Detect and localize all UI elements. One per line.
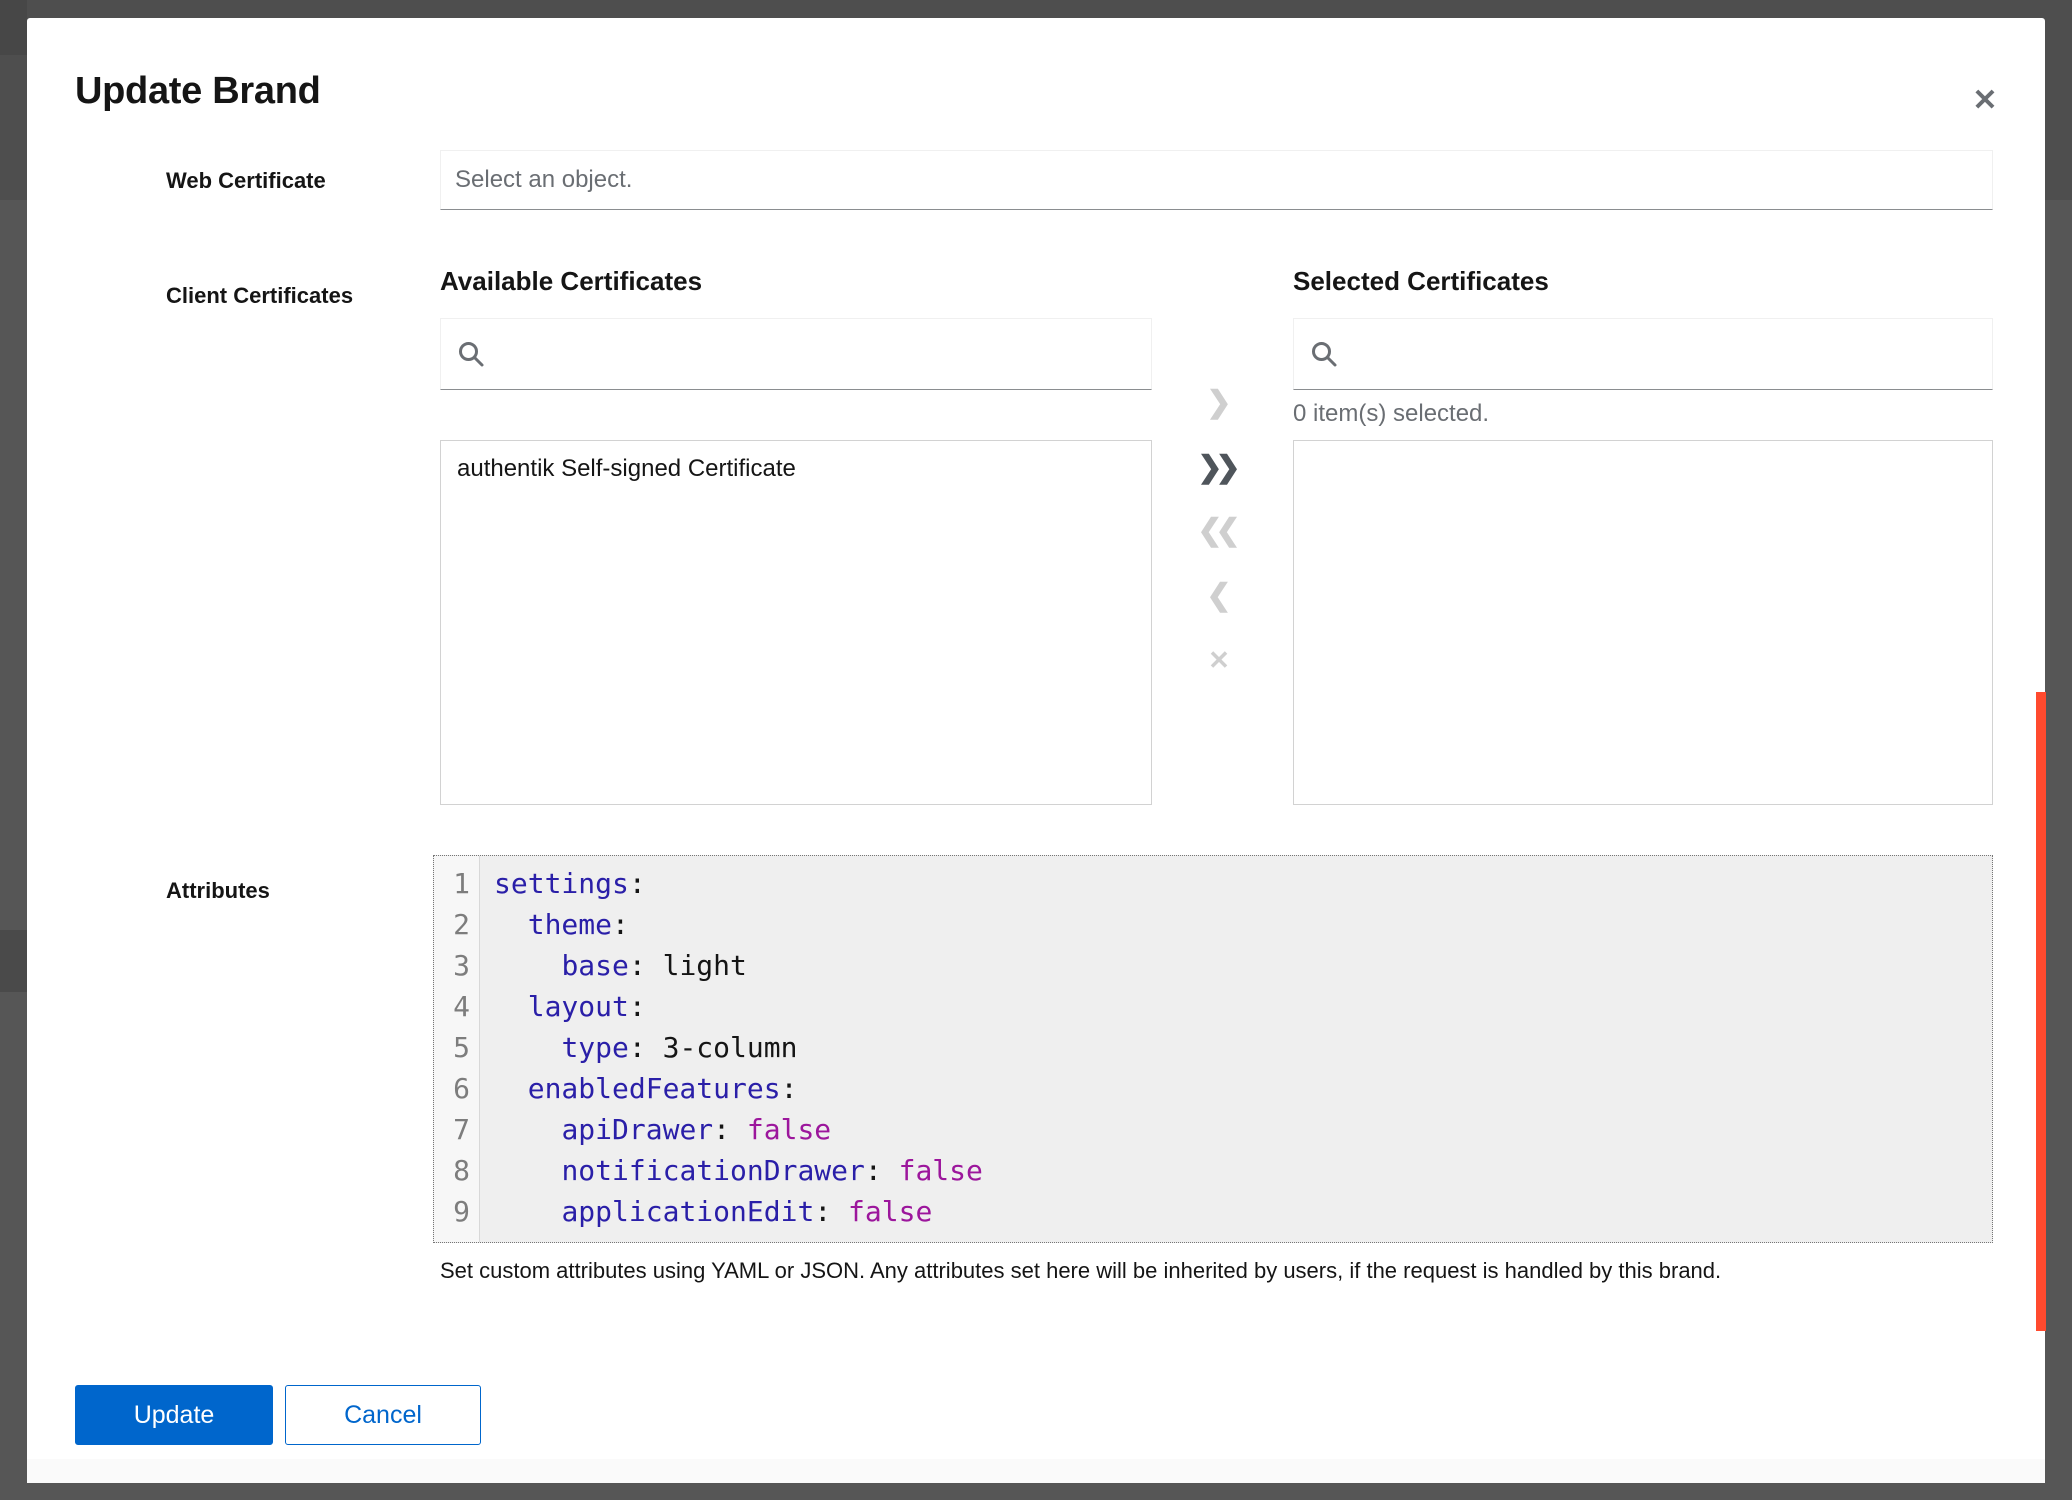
code-line: 2 theme:	[434, 904, 1992, 945]
code-line: 3 base: light	[434, 945, 1992, 986]
line-number: 5	[434, 1027, 480, 1068]
close-icon: ✕	[1972, 83, 1997, 118]
selected-search-input[interactable]	[1293, 318, 1993, 390]
line-number: 4	[434, 986, 480, 1027]
dialog-title: Update Brand	[75, 70, 321, 113]
selected-count-status: 0 item(s) selected.	[1293, 400, 1489, 428]
available-certificates-list[interactable]: authentik Self-signed Certificate	[440, 440, 1152, 805]
code-line: 6 enabledFeatures:	[434, 1068, 1992, 1109]
close-button[interactable]: ✕	[1961, 76, 2009, 124]
move-all-left-button[interactable]: ❮❮	[1195, 506, 1243, 554]
web-certificate-input[interactable]	[440, 150, 1993, 210]
available-search-input[interactable]	[440, 318, 1152, 390]
line-number: 3	[434, 945, 480, 986]
code-line: 4 layout:	[434, 986, 1992, 1027]
line-number: 8	[434, 1150, 480, 1191]
available-search	[440, 318, 1152, 390]
line-number: 2	[434, 904, 480, 945]
attributes-help-text: Set custom attributes using YAML or JSON…	[440, 1258, 1980, 1284]
code-line: 5 type: 3-column	[434, 1027, 1992, 1068]
web-certificate-label: Web Certificate	[166, 168, 326, 194]
footer-strip	[27, 1459, 2045, 1483]
client-certificates-label: Client Certificates	[166, 283, 353, 309]
cross-icon: ✕	[1208, 645, 1230, 676]
attributes-label: Attributes	[166, 878, 270, 904]
line-number: 6	[434, 1068, 480, 1109]
move-selected-right-button[interactable]: ❯	[1195, 378, 1243, 426]
clear-selection-button[interactable]: ✕	[1195, 636, 1243, 684]
selected-certificates-list[interactable]	[1293, 440, 1993, 805]
move-all-right-button[interactable]: ❯❯	[1195, 443, 1243, 491]
move-selected-left-button[interactable]: ❮	[1195, 571, 1243, 619]
line-number: 9	[434, 1191, 480, 1232]
update-brand-dialog: Update Brand ✕ Web Certificate Client Ce…	[27, 18, 2045, 1483]
chevron-left-icon: ❮	[1206, 578, 1231, 613]
accent-bar	[2036, 692, 2046, 1331]
update-button[interactable]: Update	[75, 1385, 273, 1445]
chevron-right-icon: ❯	[1206, 385, 1231, 420]
available-certificates-heading: Available Certificates	[440, 266, 702, 297]
selected-search	[1293, 318, 1993, 390]
line-number: 7	[434, 1109, 480, 1150]
double-chevron-right-icon: ❯❯	[1197, 450, 1240, 485]
attributes-code-editor[interactable]: 1 settings: 2 theme: 3 base: light 4 lay…	[433, 855, 1993, 1243]
overlay-left-block	[0, 930, 27, 992]
code-line: 1 settings:	[434, 863, 1992, 904]
double-chevron-left-icon: ❮❮	[1197, 513, 1240, 548]
selected-certificates-heading: Selected Certificates	[1293, 266, 1549, 297]
list-item-certificate[interactable]: authentik Self-signed Certificate	[441, 441, 1151, 497]
line-number: 1	[434, 863, 480, 904]
cancel-button[interactable]: Cancel	[285, 1385, 481, 1445]
overlay-topleft-block	[0, 0, 27, 55]
code-line: 7 apiDrawer: false	[434, 1109, 1992, 1150]
code-line: 9 applicationEdit: false	[434, 1191, 1992, 1232]
code-line: 8 notificationDrawer: false	[434, 1150, 1992, 1191]
